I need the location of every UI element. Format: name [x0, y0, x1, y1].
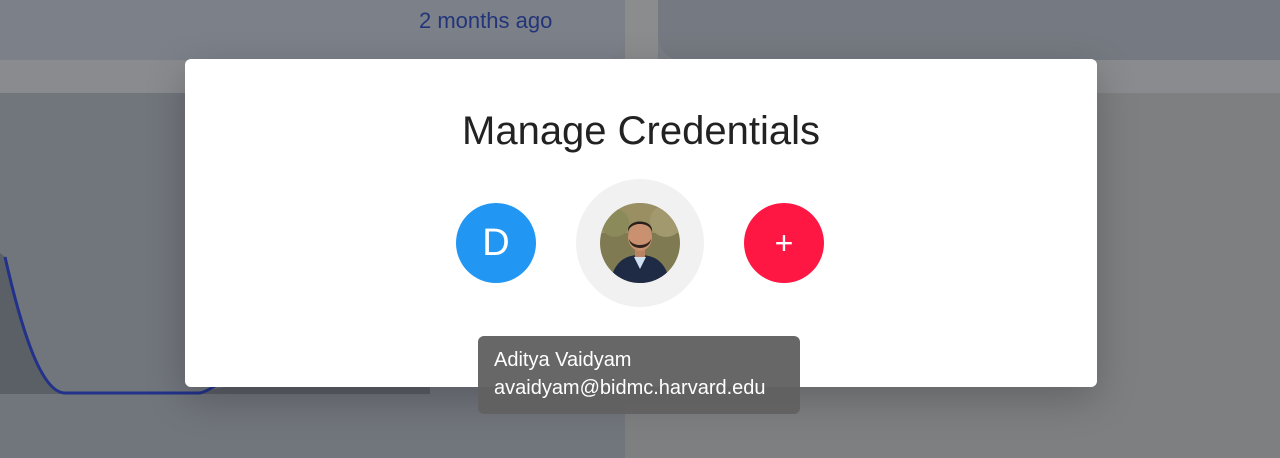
selected-account-avatar[interactable] — [576, 179, 704, 307]
dialog-title: Manage Credentials — [462, 109, 820, 153]
add-account-button[interactable]: + — [744, 203, 824, 283]
tooltip-email: avaidyam@bidmc.harvard.edu — [494, 377, 766, 399]
plus-icon: + — [774, 224, 794, 261]
timestamp-text: 2 months ago — [419, 8, 553, 33]
background-card — [658, 0, 1280, 60]
avatar-initial: D — [482, 221, 510, 264]
profile-photo — [600, 203, 680, 283]
account-avatar-d[interactable]: D — [456, 203, 536, 283]
tooltip-name: Aditya Vaidyam — [494, 349, 632, 371]
account-tooltip: Aditya Vaidyam avaidyam@bidmc.harvard.ed… — [478, 336, 800, 414]
background-gap — [625, 0, 658, 60]
